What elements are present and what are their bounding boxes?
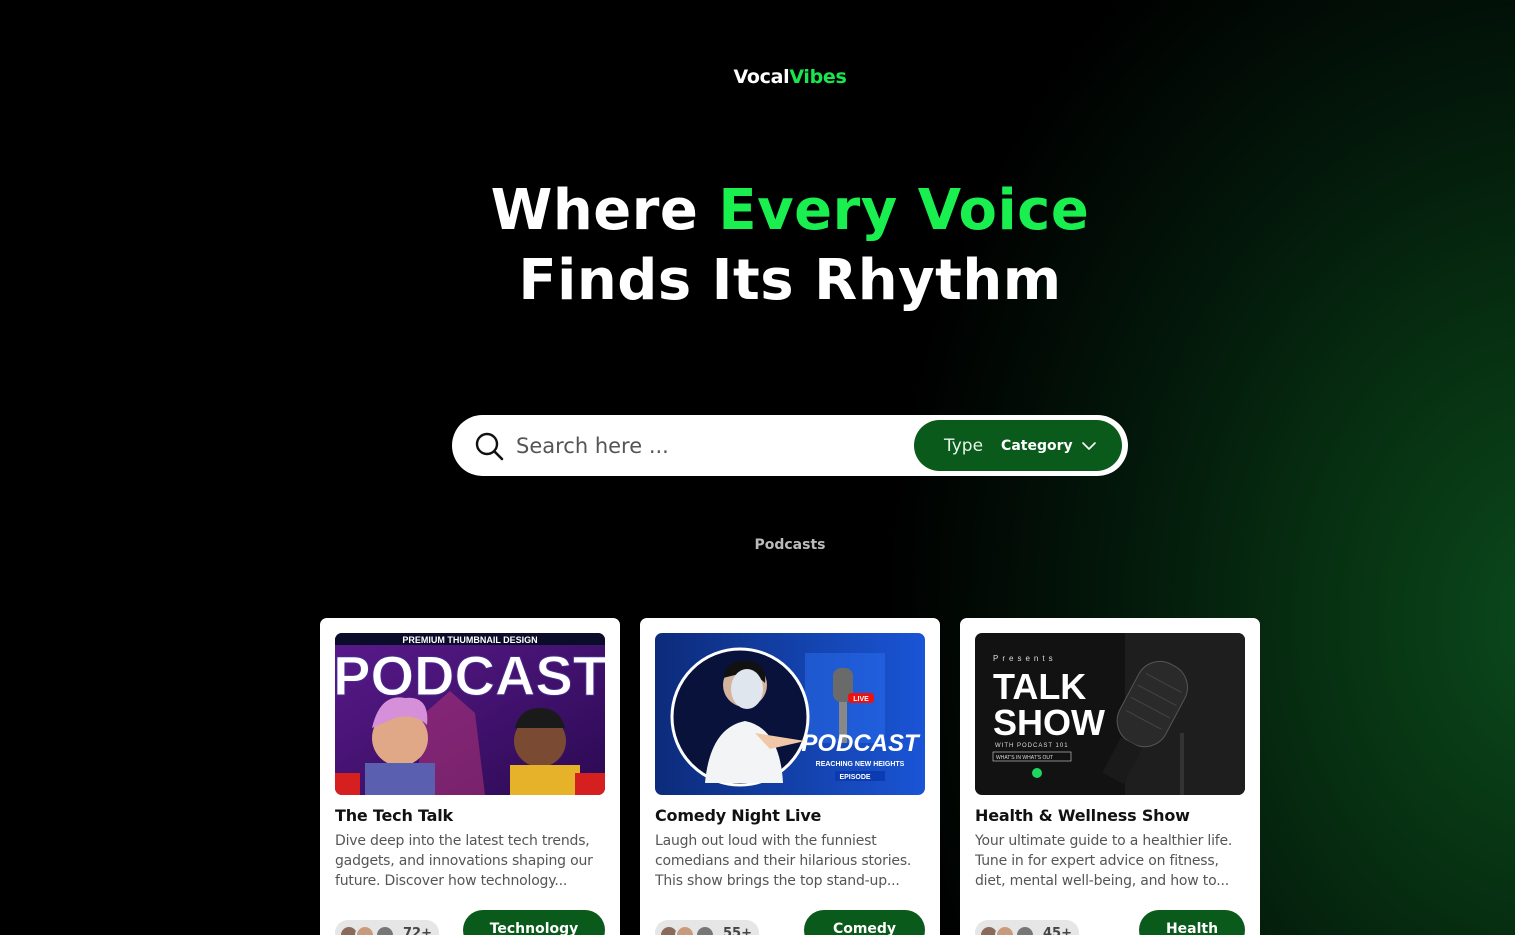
- podcast-description: Dive deep into the latest tech trends, g…: [335, 833, 593, 889]
- avatar: [695, 925, 715, 935]
- search-input[interactable]: [514, 426, 898, 466]
- category-tag-button[interactable]: Health: [1139, 910, 1245, 935]
- avatar: [1015, 925, 1035, 935]
- podcast-description: Your ultimate guide to a healthier life.…: [975, 833, 1233, 889]
- avatar: [675, 925, 695, 935]
- hero-line1-accent: Every Voice: [718, 178, 1090, 243]
- avatar: [355, 925, 375, 935]
- podcast-thumbnail[interactable]: Presents TALK SHOW WITH PODCAST 101 WHAT…: [975, 633, 1245, 795]
- search-bar: Type Category: [452, 415, 1128, 476]
- podcast-title[interactable]: Health & Wellness Show: [975, 806, 1245, 825]
- thumb-big-text: PODCAST: [801, 730, 921, 757]
- listener-count: 45+: [1043, 926, 1072, 935]
- podcast-description: Laugh out loud with the funniest comedia…: [655, 833, 912, 889]
- section-title-podcasts: Podcasts: [754, 537, 826, 553]
- thumb-sub-text: WITH PODCAST 101: [995, 743, 1069, 749]
- avatar: [375, 925, 395, 935]
- category-tag-button[interactable]: Comedy: [804, 910, 925, 935]
- hero-heading: Where Every Voice Finds Its Rhythm: [0, 176, 1515, 316]
- card-footer: 45+ Health: [975, 910, 1245, 935]
- brand-logo-part2: Vibes: [789, 66, 847, 88]
- thumb-sub-text: REACHING NEW HEIGHTS: [816, 761, 905, 768]
- brand-logo-part1: Vocal: [733, 66, 790, 88]
- search-icon[interactable]: [474, 431, 504, 461]
- type-category-dropdown[interactable]: Type Category: [914, 420, 1122, 471]
- podcast-thumbnail[interactable]: PREMIUM THUMBNAIL DESIGN PODCAST: [335, 633, 605, 795]
- filter-type-label: Type: [944, 435, 984, 456]
- thumb-live-text: LIVE: [853, 696, 869, 703]
- listener-count: 72+: [403, 926, 432, 935]
- podcast-title[interactable]: The Tech Talk: [335, 806, 605, 825]
- podcast-thumbnail[interactable]: LIVE PODCAST REACHING NEW HEIGHTS EPISOD…: [655, 633, 925, 795]
- thumb-episode-text: EPISODE: [839, 774, 870, 781]
- thumb-tag-text: WHAT'S IN WHAT'S OUT: [996, 755, 1053, 761]
- brand-logo[interactable]: VocalVibes: [0, 66, 1515, 88]
- thumb-big-text-1: TALK: [993, 666, 1086, 707]
- avatar: [995, 925, 1015, 935]
- listener-avatars: 45+: [975, 920, 1079, 935]
- hero-line2: Finds Its Rhythm: [518, 248, 1062, 313]
- podcast-title[interactable]: Comedy Night Live: [655, 806, 925, 825]
- category-tag-button[interactable]: Technology: [463, 910, 605, 935]
- thumb-big-text-2: SHOW: [993, 702, 1105, 743]
- chevron-down-icon: [1081, 441, 1096, 450]
- listener-avatars: 72+: [335, 920, 439, 935]
- podcast-card-tech-talk[interactable]: PREMIUM THUMBNAIL DESIGN PODCAST The Tec…: [320, 618, 620, 935]
- thumb-presents-text: Presents: [993, 654, 1057, 663]
- listener-count: 55+: [723, 926, 752, 935]
- thumb-big-text: PODCAST: [335, 644, 605, 707]
- card-footer: 72+ Technology: [335, 910, 605, 935]
- card-footer: 55+ Comedy: [655, 910, 925, 935]
- filter-category-label: Category: [1001, 437, 1073, 454]
- listener-avatars: 55+: [655, 920, 759, 935]
- podcast-card-comedy-night-live[interactable]: LIVE PODCAST REACHING NEW HEIGHTS EPISOD…: [640, 618, 940, 935]
- podcast-card-health-wellness[interactable]: Presents TALK SHOW WITH PODCAST 101 WHAT…: [960, 618, 1260, 935]
- hero-line1-plain: Where: [490, 178, 719, 243]
